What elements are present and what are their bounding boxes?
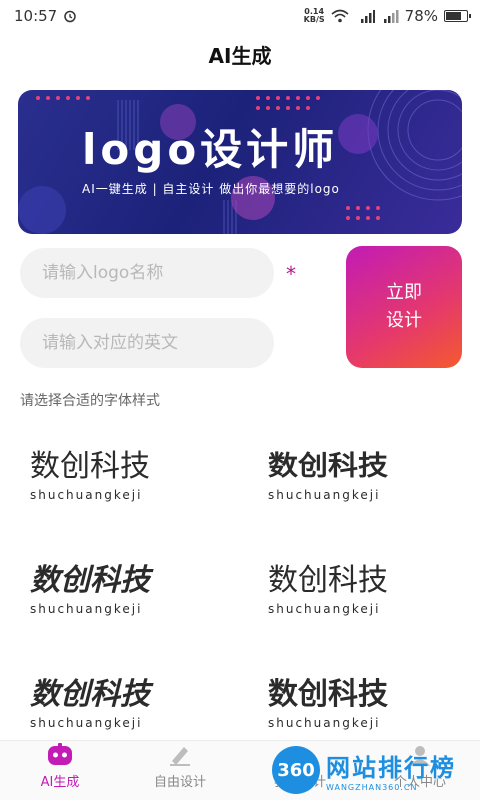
alarm-icon [64, 10, 76, 23]
design-button-line2: 设计 [386, 310, 422, 331]
status-left: 10:57 [14, 7, 77, 25]
promo-banner[interactable]: logo设计师 AI一键生成 | 自主设计 做出你最想要的logo [18, 90, 462, 234]
font-sample-text: 数创科技 [30, 677, 150, 712]
design-now-button[interactable]: 立即 设计 [346, 246, 462, 368]
design-button-line1: 立即 [386, 282, 422, 303]
battery-icon [444, 10, 471, 22]
font-option-2[interactable]: 数创科技 shuchuangkeji [268, 448, 448, 528]
font-sample-pinyin: shuchuangkeji [268, 716, 381, 730]
font-sample-text: 数创科技 [268, 564, 388, 597]
watermark-url: WANGZHAN360.CN [326, 783, 418, 792]
battery-percent: 78% [404, 7, 438, 25]
banner-subtitle: AI一键生成 | 自主设计 做出你最想要的logo [82, 182, 340, 196]
watermark-text: 网站排行榜 WANGZHAN360.CN [326, 748, 456, 792]
font-sample-pinyin: shuchuangkeji [30, 602, 143, 616]
logo-name-input[interactable] [20, 248, 274, 298]
font-sample-text: 数创科技 [268, 450, 388, 483]
font-option-3[interactable]: 数创科技 shuchuangkeji [30, 562, 210, 642]
font-sample-pinyin: shuchuangkeji [268, 602, 381, 616]
font-sample-text: 数创科技 [30, 563, 150, 598]
status-bar: 10:57 0.14 KB/S 78% [0, 0, 480, 32]
banner-title: logo设计师 [82, 125, 339, 174]
page-title: AI生成 [208, 44, 272, 68]
font-sample-pinyin: shuchuangkeji [268, 488, 381, 502]
font-sample-text: 数创科技 [30, 449, 150, 484]
wifi-icon [331, 9, 349, 23]
battery-fill [446, 12, 461, 20]
site-watermark: 360 网站排行榜 WANGZHAN360.CN [272, 741, 478, 799]
net-speed-unit: KB/S [303, 15, 325, 24]
required-mark: * [286, 262, 296, 286]
tab-label: 自由设计 [153, 775, 206, 790]
status-right: 0.14 KB/S 78% [304, 7, 471, 25]
tab-free-design[interactable]: 自由设计 [120, 741, 240, 800]
network-speed: 0.14 KB/S [304, 8, 325, 24]
tab-ai-generate[interactable]: AI生成 [0, 741, 120, 800]
font-option-4[interactable]: 数创科技 shuchuangkeji [268, 562, 448, 642]
font-sample-text: 数创科技 [268, 677, 388, 712]
font-sample-pinyin: shuchuangkeji [30, 716, 143, 730]
signal-bars-icon [383, 10, 399, 23]
font-sample-pinyin: shuchuangkeji [30, 488, 143, 502]
english-name-input[interactable] [20, 318, 274, 368]
robot-icon [48, 743, 72, 765]
font-style-label: 请选择合适的字体样式 [20, 393, 160, 409]
pen-icon [170, 747, 190, 766]
tab-label: AI生成 [40, 775, 80, 790]
signal-4g-icon [360, 10, 375, 23]
font-option-1[interactable]: 数创科技 shuchuangkeji [30, 448, 210, 528]
clock-time: 10:57 [14, 7, 58, 25]
watermark-title: 网站排行榜 [326, 754, 456, 782]
watermark-badge: 360 [272, 746, 320, 794]
